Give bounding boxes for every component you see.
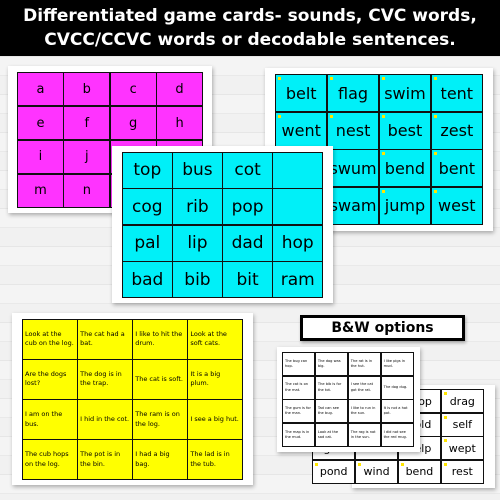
- ccvc-card-cell: belt: [276, 75, 327, 112]
- sounds-card-cell: m: [18, 174, 63, 207]
- bw-sentences-card-cell: Tad can see the bug.: [315, 400, 348, 423]
- bw-words-card-cell: wind: [355, 460, 398, 483]
- sounds-card-cell: a: [18, 73, 63, 106]
- sentences-card-cell: The lad is in the tub.: [188, 440, 242, 479]
- bw-sentences-card-cell: The map is in the mud.: [283, 423, 315, 446]
- cvc-card-cell: rib: [173, 189, 222, 225]
- bw-sentences-card-cell: The rat is in the hut.: [348, 353, 381, 376]
- sentences-card: Look at the cub on the log. The cat had a…: [12, 313, 253, 485]
- cvc-card-cell: dad: [223, 225, 272, 261]
- bw-sentences-card-cell: The cat is on the mat.: [283, 376, 315, 399]
- cvc-card-cell: pop: [223, 189, 272, 225]
- ccvc-card-cell: bend: [379, 150, 431, 187]
- bw-words-card-cell: rest: [441, 460, 483, 483]
- sentences-card-cell: I see a big hut.: [188, 400, 242, 439]
- ccvc-card-cell: best: [379, 112, 431, 149]
- ccvc-card-cell: went: [276, 112, 327, 149]
- bw-sentences-card-cell: The rag is not in the sun.: [348, 423, 381, 446]
- sentences-card-cell: I am on the bus.: [23, 400, 77, 439]
- sentences-card-cell: Look at the soft cats.: [188, 320, 242, 359]
- sounds-card-cell: n: [64, 174, 110, 207]
- bw-sentences-card-cell: Look at the sad cat.: [315, 423, 348, 446]
- title-banner: Differentiated game cards- sounds, CVC w…: [0, 0, 500, 56]
- bw-sentences-card-cell: It is not a hot pot.: [381, 400, 413, 423]
- ccvc-card-cell: swim: [379, 75, 431, 112]
- bw-words-card-cell: pond: [313, 460, 355, 483]
- cvc-card-cell: top: [123, 153, 172, 188]
- cvc-card-cell: bus: [173, 153, 222, 188]
- ccvc-card-cell: west: [431, 187, 482, 224]
- ccvc-card-cell: swam: [327, 187, 379, 224]
- sentences-card-cell: The dog is in the trap.: [78, 360, 132, 399]
- title-line-1: Differentiated game cards- sounds, CVC w…: [23, 6, 477, 26]
- bw-sentences-card-cell: I see the cat got the rat.: [348, 376, 381, 399]
- cvc-card-cell: cot: [223, 153, 272, 188]
- sentences-card-cell: I like to hit the drum.: [133, 320, 187, 359]
- sounds-card-cell: g: [110, 106, 156, 140]
- sounds-card-cell: i: [18, 140, 63, 174]
- sentences-card-cell: The cub hops on the log.: [23, 440, 77, 479]
- sentences-card-cell: It is a big plum.: [188, 360, 242, 399]
- bw-sentences-card: The bug can hop. The dog was big. The rat …: [277, 347, 420, 452]
- cvc-card-cell: [273, 189, 322, 225]
- sentences-card-cell: The pot is in the bin.: [78, 440, 132, 479]
- sounds-card-cell: d: [157, 73, 202, 106]
- cvc-card-cell: bad: [123, 262, 172, 297]
- cvc-card-cell: hop: [273, 225, 322, 261]
- bw-words-card-cell: self: [441, 413, 483, 436]
- cvc-card-cell: pal: [123, 225, 172, 261]
- bw-sentences-card-cell: The bib is for the tot.: [315, 376, 348, 399]
- cvc-card-cell: lip: [173, 225, 222, 261]
- cvc-card: top bus cot cog rib pop pal lip dad hop bad bib bit r…: [112, 146, 333, 303]
- ccvc-card-cell: bent: [431, 150, 482, 187]
- sounds-card-cell: e: [18, 106, 63, 140]
- cvc-card-cell: ram: [273, 262, 322, 297]
- bw-sentences-card-cell: The dog dug.: [381, 376, 413, 399]
- sentences-card-cell: Look at the cub on the log.: [23, 320, 77, 359]
- cvc-card-cell: bib: [173, 262, 222, 297]
- cvc-grid: top bus cot cog rib pop pal lip dad hop bad bib bit r…: [122, 152, 323, 298]
- sentences-card-cell: The cat is soft.: [133, 360, 187, 399]
- sounds-card-cell: b: [64, 73, 110, 106]
- sentences-grid: Look at the cub on the log. The cat had a…: [22, 319, 243, 480]
- cvc-card-cell: cog: [123, 189, 172, 225]
- sentences-card-cell: I hid in the cot.: [78, 400, 132, 439]
- sentences-card-cell: The ram is on the log.: [133, 400, 187, 439]
- sentences-card-cell: The cat had a bat.: [78, 320, 132, 359]
- sentences-card-cell: I had a big bag.: [133, 440, 187, 479]
- ccvc-card-cell: jump: [379, 187, 431, 224]
- bw-sentences-card-cell: I like to run in the sun.: [348, 400, 381, 423]
- title-line-2: CVCC/CCVC words or decodable sentences.: [44, 30, 456, 50]
- bw-sentences-grid: The bug can hop. The dog was big. The rat …: [282, 352, 414, 447]
- bw-words-card-cell: drag: [441, 390, 483, 413]
- sounds-card-cell: f: [64, 106, 110, 140]
- sentences-card-cell: Are the dogs lost?: [23, 360, 77, 399]
- bw-words-card-cell: wept: [441, 437, 483, 460]
- cvc-card-cell: bit: [223, 262, 272, 297]
- bw-sentences-card-cell: The dog was big.: [315, 353, 348, 376]
- ccvc-card-cell: nest: [327, 112, 379, 149]
- sounds-card-cell: h: [157, 106, 202, 140]
- ccvc-card-cell: zest: [431, 112, 482, 149]
- ccvc-card-cell: flag: [327, 75, 379, 112]
- bw-sentences-card-cell: The gum is for the man.: [283, 400, 315, 423]
- bw-words-card-cell: bend: [398, 460, 441, 483]
- bw-sentences-card-cell: I like pigs in mud.: [381, 353, 413, 376]
- cvc-card-cell: [273, 153, 322, 188]
- bw-sentences-card-cell: I did not see the red mug.: [381, 423, 413, 446]
- ccvc-card-cell: tent: [431, 75, 482, 112]
- ccvc-card-cell: swum: [327, 150, 379, 187]
- bw-sentences-card-cell: The bug can hop.: [283, 353, 315, 376]
- sounds-card-cell: c: [110, 73, 156, 106]
- bw-options-label: B&W options: [300, 315, 465, 341]
- sounds-card-cell: j: [64, 140, 110, 174]
